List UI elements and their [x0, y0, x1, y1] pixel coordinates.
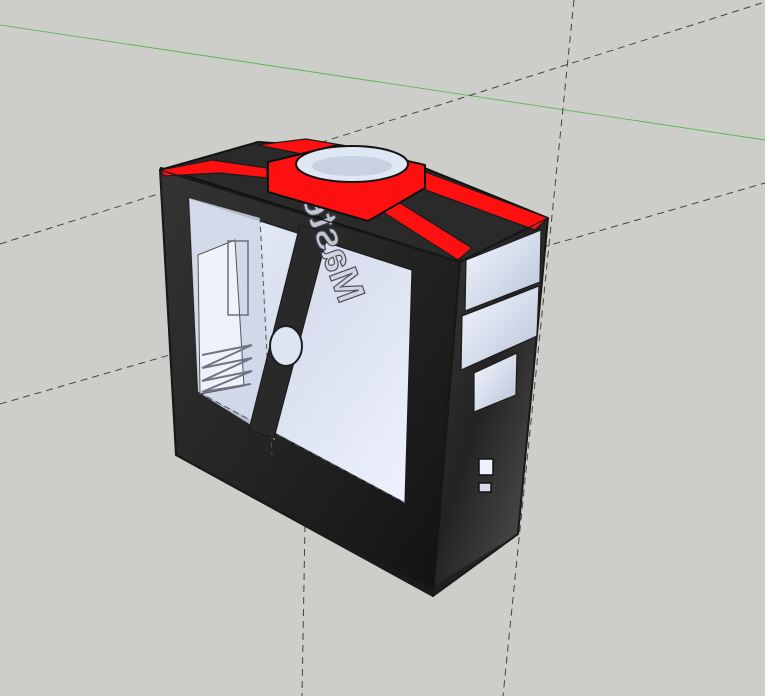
- usb-port[interactable]: [478, 482, 492, 493]
- pc-case-model[interactable]: Master: [158, 138, 550, 597]
- guide-line: [301, 524, 306, 696]
- power-button[interactable]: [478, 458, 494, 476]
- window-fan-cutout: [269, 325, 303, 367]
- scene[interactable]: Master: [0, 0, 765, 696]
- modeling-viewport[interactable]: Master: [0, 0, 765, 696]
- top-fan-inner: [312, 156, 392, 176]
